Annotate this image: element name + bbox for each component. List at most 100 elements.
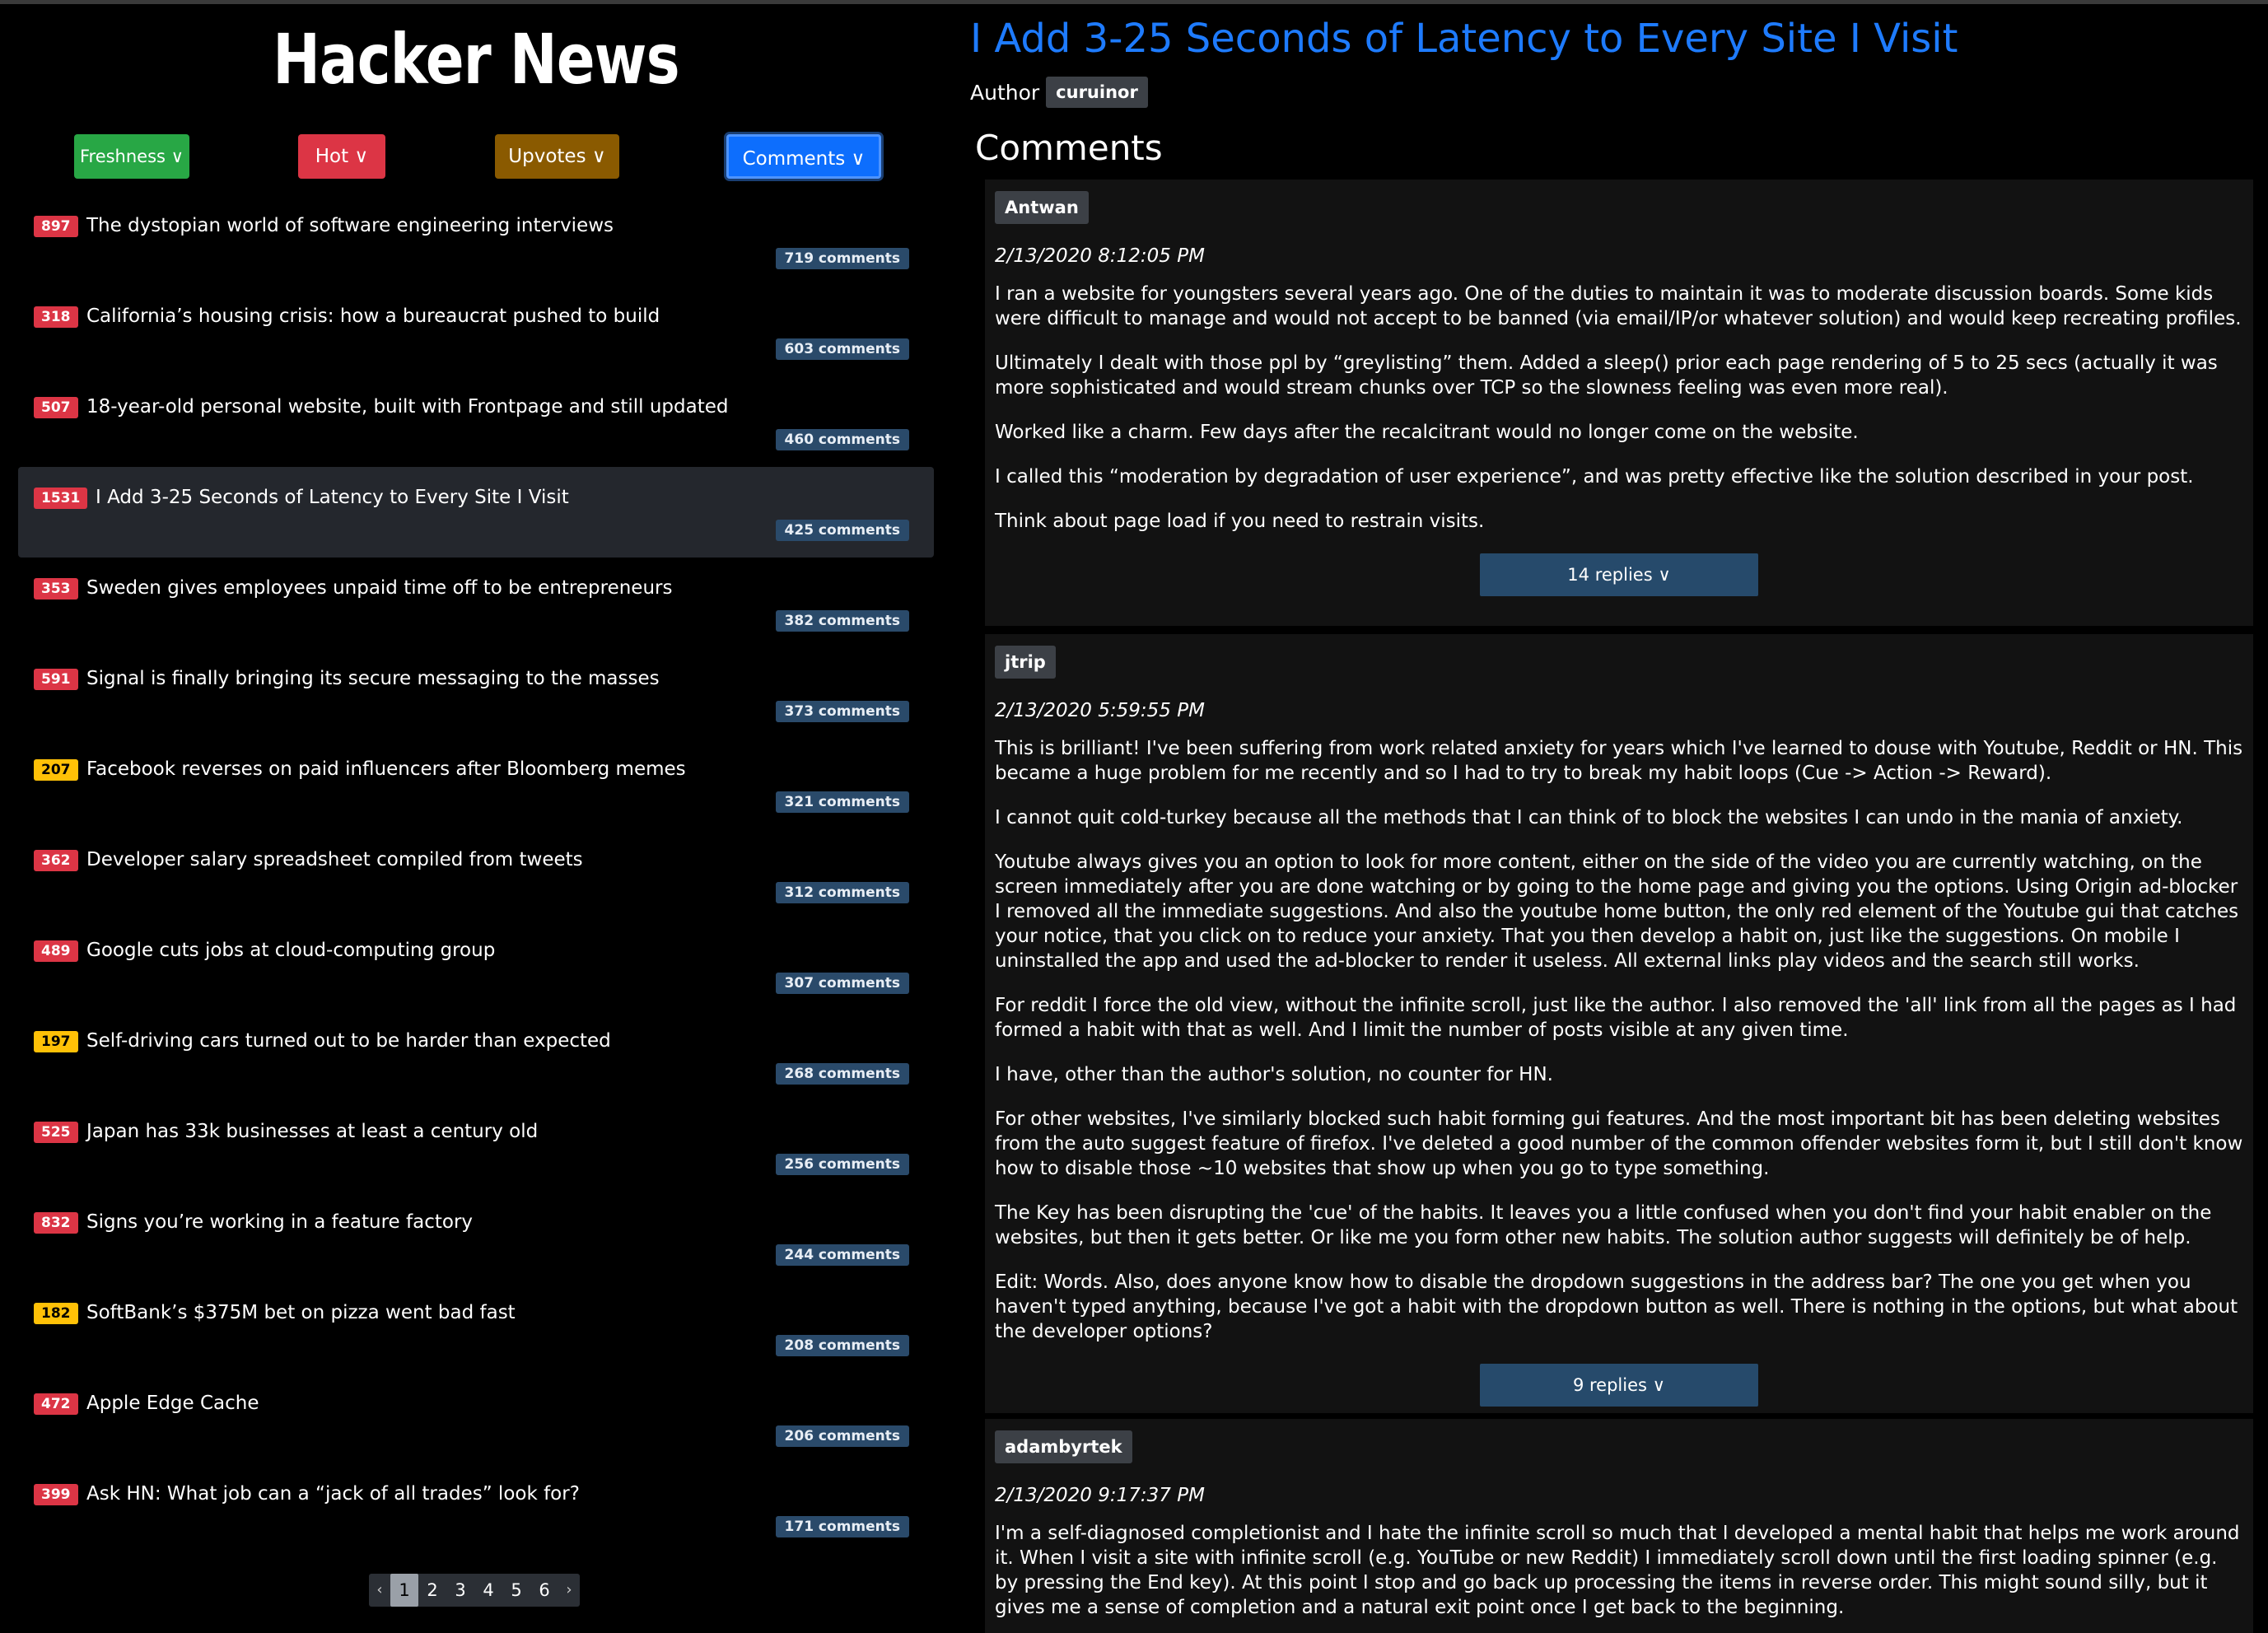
story-title[interactable]: Signs you’re working in a feature factor…: [86, 1207, 473, 1237]
comments-heading: Comments: [975, 128, 1163, 168]
comment-date: 2/13/2020 9:17:37 PM: [995, 1485, 1205, 1506]
page-2-button[interactable]: 2: [418, 1574, 446, 1607]
story-title[interactable]: I Add 3-25 Seconds of Latency to Every S…: [96, 483, 569, 512]
sort-comments-button[interactable]: Comments ∨: [726, 134, 881, 179]
comment-count-badge[interactable]: 171 comments: [775, 1516, 909, 1537]
story-title[interactable]: Developer salary spreadsheet compiled fr…: [86, 845, 583, 875]
comment-paragraph: I ran a website for youngsters several y…: [995, 283, 2242, 329]
score-badge: 197: [34, 1031, 78, 1052]
comment-paragraph: I called this “moderation by degradation…: [995, 466, 2194, 488]
story-detail-panel: I Add 3-25 Seconds of Latency to Every S…: [970, 4, 2268, 1633]
story-row[interactable]: 897 The dystopian world of software engin…: [18, 195, 934, 286]
score-badge: 489: [34, 940, 78, 962]
comment-count-badge[interactable]: 312 comments: [775, 882, 909, 903]
score-badge: 1531: [34, 488, 88, 509]
comment-paragraph: This is brilliant! I've been suffering f…: [995, 738, 2243, 784]
comment-body: This is brilliant! I've been suffering f…: [995, 736, 2243, 1344]
score-badge: 525: [34, 1122, 78, 1143]
story-row[interactable]: 525 Japan has 33k businesses at least a c…: [18, 1101, 934, 1192]
author-badge: curuinor: [1046, 77, 1148, 108]
story-row[interactable]: 207 Facebook reverses on paid influencers…: [18, 739, 934, 829]
story-list: 897 The dystopian world of software engin…: [18, 195, 934, 1554]
sort-upvotes-button[interactable]: Upvotes ∨: [495, 134, 619, 179]
story-row[interactable]: 591 Signal is finally bringing its secure…: [18, 648, 934, 739]
story-title[interactable]: Facebook reverses on paid influencers af…: [86, 754, 686, 784]
page-1-button[interactable]: 1: [390, 1574, 418, 1607]
story-title[interactable]: Sweden gives employees unpaid time off t…: [86, 573, 672, 603]
show-replies-button[interactable]: 9 replies ∨: [1480, 1364, 1758, 1407]
story-row[interactable]: 489 Google cuts jobs at cloud-computing g…: [18, 920, 934, 1010]
show-replies-button[interactable]: 14 replies ∨: [1480, 553, 1758, 596]
score-badge: 591: [34, 669, 78, 690]
comment-paragraph: The Key has been disrupting the 'cue' of…: [995, 1202, 2212, 1248]
story-title[interactable]: Japan has 33k businesses at least a cent…: [86, 1117, 538, 1146]
comment-count-badge[interactable]: 425 comments: [775, 520, 909, 541]
comment-body: I ran a website for youngsters several y…: [995, 282, 2243, 534]
story-title[interactable]: The dystopian world of software engineer…: [86, 211, 614, 240]
comment-count-badge[interactable]: 373 comments: [775, 701, 909, 722]
comment-paragraph: For reddit I force the old view, without…: [995, 995, 2237, 1041]
comment-card: Antwan 2/13/2020 8:12:05 PM I ran a websit…: [985, 180, 2253, 626]
comment-paragraph: Youtube always gives you an option to lo…: [995, 851, 2239, 972]
story-row[interactable]: 353 Sweden gives employees unpaid time of…: [18, 558, 934, 648]
score-badge: 362: [34, 850, 78, 871]
page-3-button[interactable]: 3: [446, 1574, 474, 1607]
story-title[interactable]: California’s housing crisis: how a burea…: [86, 301, 660, 331]
sort-hot-button[interactable]: Hot ∨: [298, 134, 385, 179]
comment-count-badge[interactable]: 307 comments: [775, 973, 909, 994]
post-title[interactable]: I Add 3-25 Seconds of Latency to Every S…: [970, 16, 1958, 62]
sort-freshness-button[interactable]: Freshness ∨: [74, 134, 189, 179]
comment-count-badge[interactable]: 603 comments: [775, 338, 909, 360]
comment-paragraph: Ultimately I dealt with those ppl by “gr…: [995, 352, 2218, 399]
comment-count-badge[interactable]: 719 comments: [775, 248, 909, 269]
page-5-button[interactable]: 5: [502, 1574, 530, 1607]
pagination: ‹ 1 2 3 4 5 6 ›: [369, 1574, 580, 1607]
story-row[interactable]: 362 Developer salary spreadsheet compiled…: [18, 829, 934, 920]
story-title[interactable]: Google cuts jobs at cloud-computing grou…: [86, 935, 495, 965]
prev-page-button[interactable]: ‹: [369, 1574, 390, 1607]
story-title[interactable]: Ask HN: What job can a “jack of all trad…: [86, 1479, 580, 1509]
comment-username: adambyrtek: [995, 1430, 1132, 1463]
app-logo: Hacker News: [273, 19, 679, 100]
comment-paragraph: Worked like a charm. Few days after the …: [995, 422, 1859, 443]
story-row[interactable]: 399 Ask HN: What job can a “jack of all t…: [18, 1463, 934, 1554]
story-title[interactable]: 18-year-old personal website, built with…: [86, 392, 728, 422]
comment-count-badge[interactable]: 382 comments: [775, 610, 909, 632]
comment-count-badge[interactable]: 460 comments: [775, 429, 909, 450]
story-title[interactable]: Signal is finally bringing its secure me…: [86, 664, 660, 693]
story-row[interactable]: 318 California’s housing crisis: how a bu…: [18, 286, 934, 376]
comment-paragraph: Think about page load if you need to res…: [995, 511, 1485, 532]
comment-card: adambyrtek 2/13/2020 9:17:37 PM I'm a self…: [985, 1419, 2253, 1633]
story-row[interactable]: 197 Self-driving cars turned out to be ha…: [18, 1010, 934, 1101]
author-label: Author: [970, 80, 1040, 105]
comment-paragraph: Edit: Words. Also, does anyone know how …: [995, 1271, 2238, 1342]
score-badge: 507: [34, 397, 78, 418]
comment-paragraph: I have, other than the author's solution…: [995, 1064, 1553, 1085]
comment-count-badge[interactable]: 256 comments: [775, 1154, 909, 1175]
story-row[interactable]: 182 SoftBank’s $375M bet on pizza went ba…: [18, 1282, 934, 1373]
story-row[interactable]: 1531 I Add 3-25 Seconds of Latency to Eve…: [18, 467, 934, 558]
comment-card: jtrip 2/13/2020 5:59:55 PM This is brillia…: [985, 634, 2253, 1413]
story-list-panel: Hacker News Freshness ∨ Hot ∨ Upvotes ∨ …: [0, 4, 952, 1628]
score-badge: 318: [34, 306, 78, 328]
comment-count-badge[interactable]: 244 comments: [775, 1244, 909, 1266]
story-title[interactable]: Apple Edge Cache: [86, 1388, 259, 1418]
comment-count-badge[interactable]: 321 comments: [775, 791, 909, 813]
comment-paragraph: I cannot quit cold-turkey because all th…: [995, 807, 2183, 828]
story-row[interactable]: 832 Signs you’re working in a feature fac…: [18, 1192, 934, 1282]
story-title[interactable]: SoftBank’s $375M bet on pizza went bad f…: [86, 1298, 516, 1327]
story-title[interactable]: Self-driving cars turned out to be harde…: [86, 1026, 611, 1056]
comment-body: I'm a self-diagnosed completionist and I…: [995, 1521, 2243, 1620]
story-row[interactable]: 507 18-year-old personal website, built w…: [18, 376, 934, 467]
comment-count-badge[interactable]: 268 comments: [775, 1063, 909, 1085]
page-4-button[interactable]: 4: [474, 1574, 502, 1607]
comment-count-badge[interactable]: 206 comments: [775, 1425, 909, 1447]
page-6-button[interactable]: 6: [530, 1574, 558, 1607]
next-page-button[interactable]: ›: [558, 1574, 580, 1607]
comment-count-badge[interactable]: 208 comments: [775, 1335, 909, 1356]
story-row[interactable]: 472 Apple Edge Cache 206 comments: [18, 1373, 934, 1463]
author-line: Author curuinor: [970, 77, 1148, 108]
score-badge: 897: [34, 216, 78, 237]
comment-username: Antwan: [995, 191, 1089, 224]
score-badge: 207: [34, 759, 78, 781]
